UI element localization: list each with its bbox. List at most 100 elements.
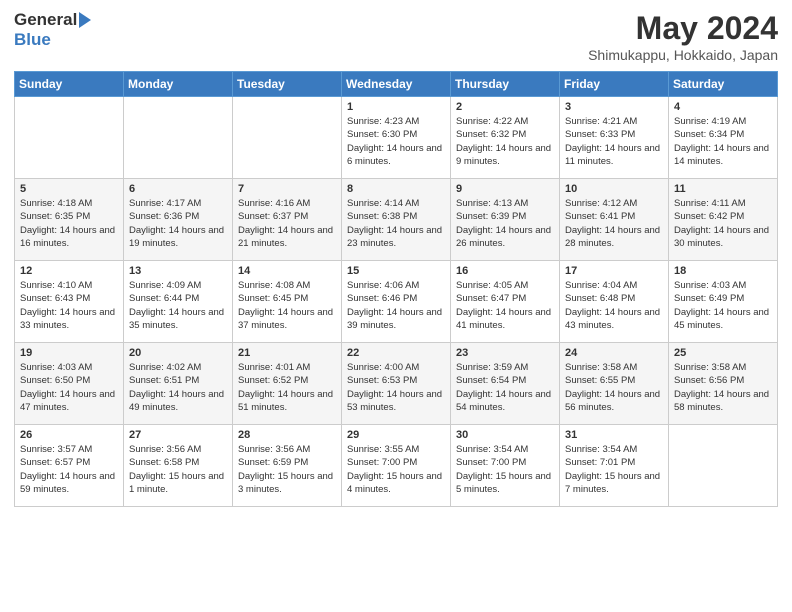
- day-info: Sunrise: 4:16 AM Sunset: 6:37 PM Dayligh…: [238, 197, 336, 250]
- day-info: Sunrise: 4:17 AM Sunset: 6:36 PM Dayligh…: [129, 197, 227, 250]
- day-cell: 4 Sunrise: 4:19 AM Sunset: 6:34 PM Daylig…: [669, 97, 778, 179]
- day-number: 21: [238, 347, 336, 359]
- day-cell: 8Sunrise: 4:14 AM Sunset: 6:38 PM Daylig…: [342, 179, 451, 261]
- day-number: 4: [674, 101, 772, 113]
- day-number: 8: [347, 183, 445, 195]
- day-number: 9: [456, 183, 554, 195]
- day-cell: 11 Sunrise: 4:11 AM Sunset: 6:42 PM Dayli…: [669, 179, 778, 261]
- day-info: Sunrise: 4:22 AM Sunset: 6:32 PM Dayligh…: [456, 115, 554, 168]
- day-number: 6: [129, 183, 227, 195]
- logo-general-text: General: [14, 10, 77, 30]
- day-number: 30: [456, 429, 554, 441]
- logo-blue-text: Blue: [14, 30, 51, 49]
- day-cell: [15, 97, 124, 179]
- day-number: 3: [565, 101, 663, 113]
- header-cell-thursday: Thursday: [451, 72, 560, 97]
- day-number: 20: [129, 347, 227, 359]
- day-cell: 26 Sunrise: 3:57 AM Sunset: 6:57 PM Dayli…: [15, 425, 124, 507]
- day-info: Sunrise: 4:06 AM Sunset: 6:46 PM Dayligh…: [347, 279, 445, 332]
- day-info: Sunrise: 3:59 AM Sunset: 6:54 PM Dayligh…: [456, 361, 554, 414]
- day-cell: 6 Sunrise: 4:17 AM Sunset: 6:36 PM Daylig…: [124, 179, 233, 261]
- day-info: Sunrise: 4:03 AM Sunset: 6:49 PM Dayligh…: [674, 279, 772, 332]
- week-row-4: 19Sunrise: 4:03 AM Sunset: 6:50 PM Dayli…: [15, 343, 778, 425]
- day-cell: 14 Sunrise: 4:08 AM Sunset: 6:45 PM Dayli…: [233, 261, 342, 343]
- day-cell: 3 Sunrise: 4:21 AM Sunset: 6:33 PM Daylig…: [560, 97, 669, 179]
- day-number: 17: [565, 265, 663, 277]
- day-info: Sunrise: 4:02 AM Sunset: 6:51 PM Dayligh…: [129, 361, 227, 414]
- header-cell-saturday: Saturday: [669, 72, 778, 97]
- day-info: Sunrise: 3:57 AM Sunset: 6:57 PM Dayligh…: [20, 443, 118, 496]
- title-block: May 2024 Shimukappu, Hokkaido, Japan: [588, 10, 778, 63]
- day-number: 15: [347, 265, 445, 277]
- day-info: Sunrise: 3:56 AM Sunset: 6:58 PM Dayligh…: [129, 443, 227, 496]
- day-number: 2: [456, 101, 554, 113]
- day-cell: 9Sunrise: 4:13 AM Sunset: 6:39 PM Daylig…: [451, 179, 560, 261]
- day-cell: 12Sunrise: 4:10 AM Sunset: 6:43 PM Dayli…: [15, 261, 124, 343]
- day-cell: 15 Sunrise: 4:06 AM Sunset: 6:46 PM Dayli…: [342, 261, 451, 343]
- main-container: General Blue May 2024 Shimukappu, Hokkai…: [0, 0, 792, 612]
- day-cell: 22 Sunrise: 4:00 AM Sunset: 6:53 PM Dayli…: [342, 343, 451, 425]
- day-info: Sunrise: 4:21 AM Sunset: 6:33 PM Dayligh…: [565, 115, 663, 168]
- day-number: 10: [565, 183, 663, 195]
- day-info: Sunrise: 3:54 AM Sunset: 7:00 PM Dayligh…: [456, 443, 554, 496]
- week-row-1: 1Sunrise: 4:23 AM Sunset: 6:30 PM Daylig…: [15, 97, 778, 179]
- day-info: Sunrise: 4:00 AM Sunset: 6:53 PM Dayligh…: [347, 361, 445, 414]
- day-number: 19: [20, 347, 118, 359]
- week-row-5: 26 Sunrise: 3:57 AM Sunset: 6:57 PM Dayli…: [15, 425, 778, 507]
- day-info: Sunrise: 4:09 AM Sunset: 6:44 PM Dayligh…: [129, 279, 227, 332]
- calendar-title: May 2024: [588, 10, 778, 47]
- day-number: 11: [674, 183, 772, 195]
- day-info: Sunrise: 3:58 AM Sunset: 6:56 PM Dayligh…: [674, 361, 772, 414]
- day-cell: 10Sunrise: 4:12 AM Sunset: 6:41 PM Dayli…: [560, 179, 669, 261]
- logo: General Blue: [14, 10, 91, 50]
- day-cell: 7 Sunrise: 4:16 AM Sunset: 6:37 PM Daylig…: [233, 179, 342, 261]
- day-cell: 17Sunrise: 4:04 AM Sunset: 6:48 PM Dayli…: [560, 261, 669, 343]
- day-cell: 1Sunrise: 4:23 AM Sunset: 6:30 PM Daylig…: [342, 97, 451, 179]
- day-number: 24: [565, 347, 663, 359]
- day-cell: 2 Sunrise: 4:22 AM Sunset: 6:32 PM Daylig…: [451, 97, 560, 179]
- calendar-location: Shimukappu, Hokkaido, Japan: [588, 47, 778, 63]
- day-cell: 28 Sunrise: 3:56 AM Sunset: 6:59 PM Dayli…: [233, 425, 342, 507]
- day-info: Sunrise: 3:55 AM Sunset: 7:00 PM Dayligh…: [347, 443, 445, 496]
- day-number: 28: [238, 429, 336, 441]
- day-info: Sunrise: 4:19 AM Sunset: 6:34 PM Dayligh…: [674, 115, 772, 168]
- day-info: Sunrise: 4:05 AM Sunset: 6:47 PM Dayligh…: [456, 279, 554, 332]
- day-number: 22: [347, 347, 445, 359]
- day-number: 23: [456, 347, 554, 359]
- day-cell: 23 Sunrise: 3:59 AM Sunset: 6:54 PM Dayli…: [451, 343, 560, 425]
- header-cell-friday: Friday: [560, 72, 669, 97]
- header-cell-wednesday: Wednesday: [342, 72, 451, 97]
- day-cell: 5Sunrise: 4:18 AM Sunset: 6:35 PM Daylig…: [15, 179, 124, 261]
- logo-arrow-icon: [79, 12, 91, 28]
- day-number: 26: [20, 429, 118, 441]
- day-cell: 18 Sunrise: 4:03 AM Sunset: 6:49 PM Dayli…: [669, 261, 778, 343]
- day-number: 31: [565, 429, 663, 441]
- day-cell: 31Sunrise: 3:54 AM Sunset: 7:01 PM Dayli…: [560, 425, 669, 507]
- day-info: Sunrise: 4:08 AM Sunset: 6:45 PM Dayligh…: [238, 279, 336, 332]
- day-number: 29: [347, 429, 445, 441]
- day-cell: 16 Sunrise: 4:05 AM Sunset: 6:47 PM Dayli…: [451, 261, 560, 343]
- day-number: 16: [456, 265, 554, 277]
- day-number: 13: [129, 265, 227, 277]
- day-cell: [669, 425, 778, 507]
- header-cell-monday: Monday: [124, 72, 233, 97]
- day-info: Sunrise: 4:18 AM Sunset: 6:35 PM Dayligh…: [20, 197, 118, 250]
- day-info: Sunrise: 3:56 AM Sunset: 6:59 PM Dayligh…: [238, 443, 336, 496]
- day-cell: 20 Sunrise: 4:02 AM Sunset: 6:51 PM Dayli…: [124, 343, 233, 425]
- calendar-header: SundayMondayTuesdayWednesdayThursdayFrid…: [15, 72, 778, 97]
- calendar-body: 1Sunrise: 4:23 AM Sunset: 6:30 PM Daylig…: [15, 97, 778, 507]
- day-number: 25: [674, 347, 772, 359]
- day-number: 7: [238, 183, 336, 195]
- header-row: SundayMondayTuesdayWednesdayThursdayFrid…: [15, 72, 778, 97]
- day-cell: 30 Sunrise: 3:54 AM Sunset: 7:00 PM Dayli…: [451, 425, 560, 507]
- day-cell: 25 Sunrise: 3:58 AM Sunset: 6:56 PM Dayli…: [669, 343, 778, 425]
- day-cell: 27Sunrise: 3:56 AM Sunset: 6:58 PM Dayli…: [124, 425, 233, 507]
- day-cell: [124, 97, 233, 179]
- day-info: Sunrise: 4:10 AM Sunset: 6:43 PM Dayligh…: [20, 279, 118, 332]
- day-number: 18: [674, 265, 772, 277]
- day-info: Sunrise: 4:11 AM Sunset: 6:42 PM Dayligh…: [674, 197, 772, 250]
- week-row-2: 5Sunrise: 4:18 AM Sunset: 6:35 PM Daylig…: [15, 179, 778, 261]
- day-cell: 21Sunrise: 4:01 AM Sunset: 6:52 PM Dayli…: [233, 343, 342, 425]
- day-number: 14: [238, 265, 336, 277]
- header-cell-sunday: Sunday: [15, 72, 124, 97]
